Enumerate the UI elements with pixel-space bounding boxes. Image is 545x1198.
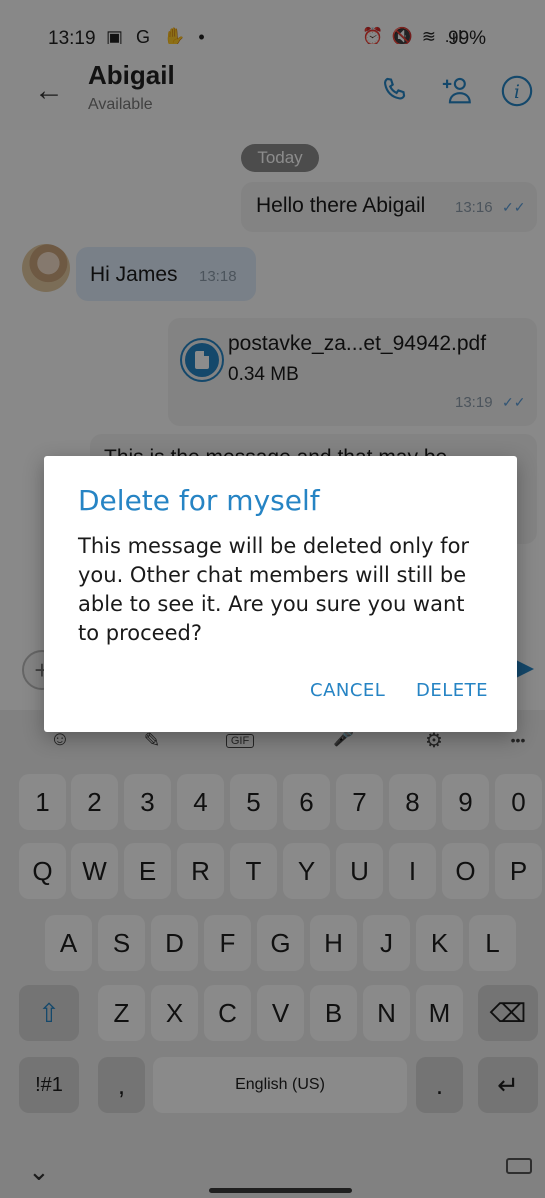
delete-button[interactable]: DELETE <box>416 680 488 701</box>
cancel-button[interactable]: CANCEL <box>310 680 385 701</box>
screen: 13:19 ▣ G ✋ • ⏰ 🔇 ≋ .ıl 99% ← Abigail Av… <box>0 0 545 1198</box>
dialog-title: Delete for myself <box>78 484 320 517</box>
delete-confirmation-dialog: Delete for myself This message will be d… <box>44 456 517 732</box>
dialog-message: This message will be deleted only for yo… <box>78 534 470 645</box>
